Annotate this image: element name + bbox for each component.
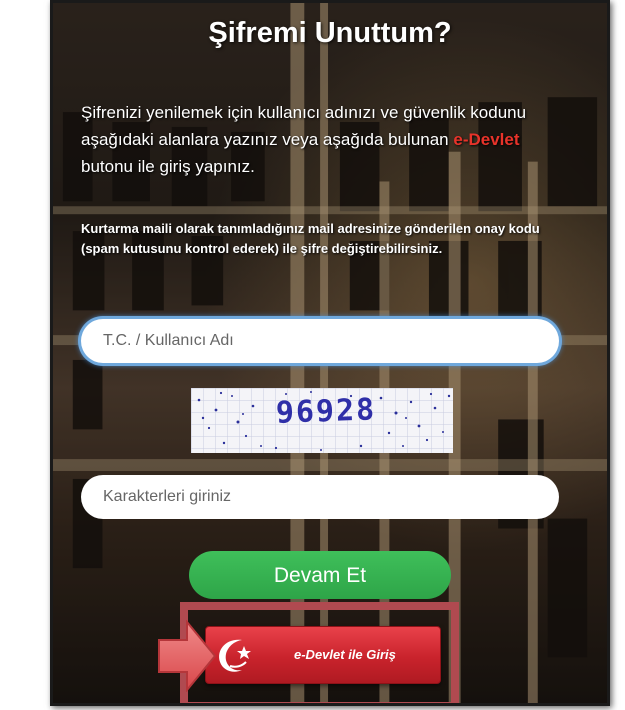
captcha-image: 96928 xyxy=(191,388,453,453)
page-title: Şifremi Unuttum? xyxy=(208,17,452,49)
username-input[interactable] xyxy=(81,319,559,363)
intro-text: Şifrenizi yenilemek için kullanıcı adını… xyxy=(81,99,551,180)
edevlet-login-label: e-Devlet ile Giriş xyxy=(294,647,396,662)
forgot-password-panel: Şifremi Unuttum? Şifrenizi yenilemek içi… xyxy=(50,0,610,706)
intro-text-after: butonu ile giriş yapınız. xyxy=(81,157,255,176)
arrow-right-icon xyxy=(158,620,217,692)
captcha-code: 96928 xyxy=(275,392,377,431)
captcha-input[interactable] xyxy=(81,475,559,519)
continue-button[interactable]: Devam Et xyxy=(189,551,451,599)
edevlet-crescent-logo-icon xyxy=(219,639,251,672)
recovery-mail-note: Kurtarma maili olarak tanımladığınız mai… xyxy=(81,221,540,256)
intro-edevlet-word: e-Devlet xyxy=(453,130,520,149)
edevlet-login-button[interactable]: e-Devlet ile Giriş xyxy=(205,626,441,684)
